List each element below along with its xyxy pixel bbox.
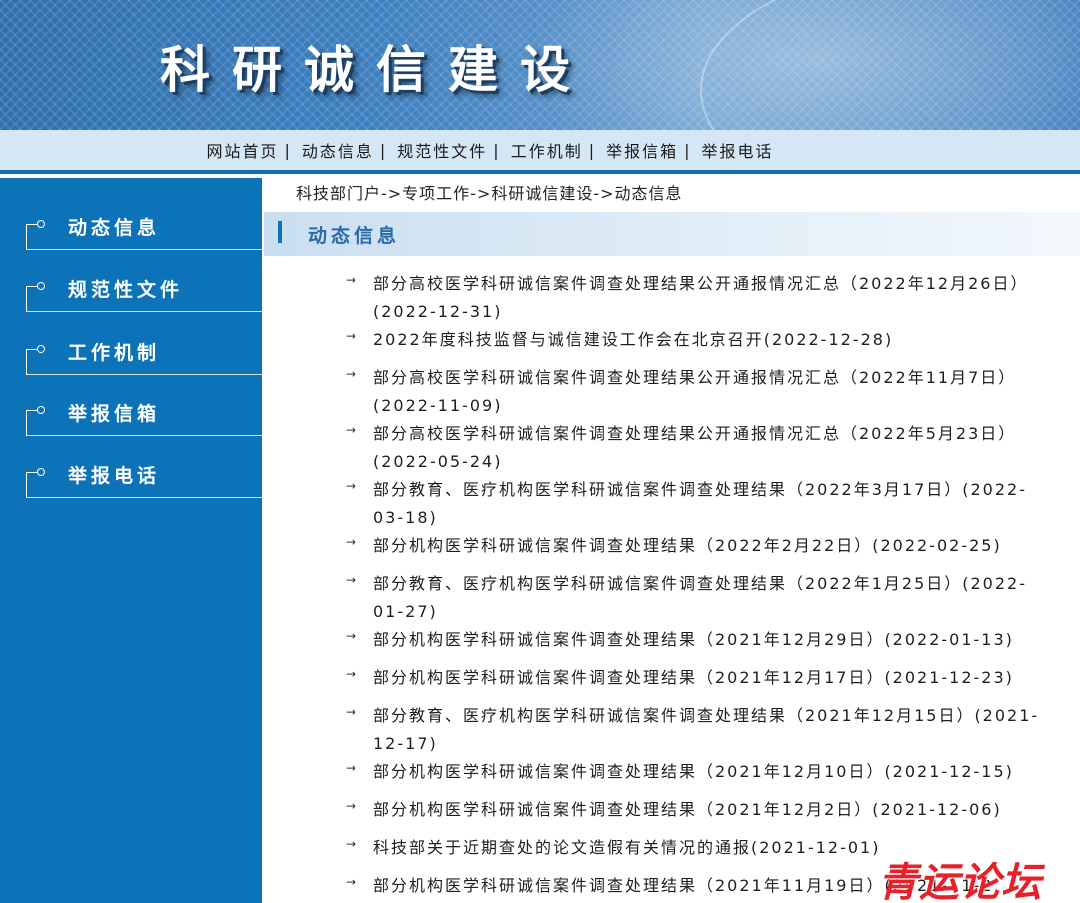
arrow-right-icon: → bbox=[346, 329, 357, 343]
banner-decoration bbox=[700, 0, 1080, 130]
sidebar-item-regulations[interactable]: 规范性文件 bbox=[26, 272, 262, 312]
arrow-right-icon: → bbox=[346, 629, 357, 643]
news-link[interactable]: 部分机构医学科研诚信案件调查处理结果（2021年12月29日）(2022-01-… bbox=[373, 626, 1080, 654]
bullet-circle-icon bbox=[37, 468, 45, 476]
nav-separator: | bbox=[684, 140, 690, 160]
hook-line-icon bbox=[26, 410, 38, 436]
hook-line-icon bbox=[26, 224, 38, 250]
sidebar-item-news[interactable]: 动态信息 bbox=[26, 210, 262, 250]
arrow-right-icon: → bbox=[346, 667, 357, 681]
bullet-circle-icon bbox=[37, 406, 45, 414]
news-link[interactable]: 部分机构医学科研诚信案件调查处理结果（2021年12月17日）(2021-12-… bbox=[373, 664, 1080, 692]
sidebar-item-label: 规范性文件 bbox=[68, 279, 184, 301]
news-link[interactable]: 部分机构医学科研诚信案件调查处理结果（2022年2月22日）(2022-02-2… bbox=[373, 532, 1080, 560]
list-item: → 部分机构医学科研诚信案件调查处理结果（2021年12月17日）(2021-1… bbox=[346, 664, 1080, 692]
nav-report-phone[interactable]: 举报电话 bbox=[702, 138, 774, 162]
nav-report-mailbox[interactable]: 举报信箱 bbox=[606, 138, 678, 162]
sidebar: 动态信息 规范性文件 工作机制 举报信箱 举报电话 bbox=[0, 178, 262, 903]
news-link[interactable]: 部分高校医学科研诚信案件调查处理结果公开通报情况汇总（2022年5月23日） (… bbox=[373, 420, 1080, 476]
sidebar-item-report-mailbox[interactable]: 举报信箱 bbox=[26, 396, 262, 436]
header-banner: 科研诚信建设 bbox=[0, 0, 1080, 130]
section-header: 动态信息 bbox=[264, 212, 1080, 256]
nav-home[interactable]: 网站首页 bbox=[206, 138, 278, 162]
news-link[interactable]: 部分机构医学科研诚信案件调查处理结果（2021年12月10日）(2021-12-… bbox=[373, 758, 1080, 786]
news-link[interactable]: 部分高校医学科研诚信案件调查处理结果公开通报情况汇总（2022年11月7日） (… bbox=[373, 364, 1080, 420]
hook-line-icon bbox=[26, 286, 38, 312]
hook-line-icon bbox=[26, 349, 38, 375]
arrow-right-icon: → bbox=[346, 367, 357, 381]
sidebar-item-report-phone[interactable]: 举报电话 bbox=[26, 458, 262, 498]
news-link[interactable]: 部分教育、医疗机构医学科研诚信案件调查处理结果（2022年1月25日）(2022… bbox=[373, 570, 1080, 626]
news-link[interactable]: 部分教育、医疗机构医学科研诚信案件调查处理结果（2021年12月15日）(202… bbox=[373, 702, 1080, 758]
list-item: → 部分高校医学科研诚信案件调查处理结果公开通报情况汇总（2022年11月7日）… bbox=[346, 364, 1080, 420]
arrow-right-icon: → bbox=[346, 799, 357, 813]
arrow-right-icon: → bbox=[346, 479, 357, 493]
bullet-circle-icon bbox=[37, 282, 45, 290]
breadcrumb: 科技部门户->专项工作->科研诚信建设->动态信息 bbox=[296, 184, 683, 203]
list-item: → 部分机构医学科研诚信案件调查处理结果（2021年12月29日）(2022-0… bbox=[346, 626, 1080, 654]
top-nav: 网站首页 | 动态信息 | 规范性文件 | 工作机制 | 举报信箱 | 举报电话 bbox=[0, 130, 1080, 174]
arrow-right-icon: → bbox=[346, 837, 357, 851]
news-link[interactable]: 2022年度科技监督与诚信建设工作会在北京召开(2022-12-28) bbox=[373, 326, 1080, 354]
arrow-right-icon: → bbox=[346, 761, 357, 775]
sidebar-item-label: 举报信箱 bbox=[68, 403, 161, 425]
nav-separator: | bbox=[379, 140, 386, 160]
list-item: → 部分机构医学科研诚信案件调查处理结果（2022年2月22日）(2022-02… bbox=[346, 532, 1080, 560]
sidebar-item-mechanism[interactable]: 工作机制 bbox=[26, 335, 262, 375]
arrow-right-icon: → bbox=[346, 423, 357, 437]
sidebar-item-label: 工作机制 bbox=[68, 342, 161, 364]
arrow-right-icon: → bbox=[346, 875, 357, 889]
list-item: → 部分教育、医疗机构医学科研诚信案件调查处理结果（2022年1月25日）(20… bbox=[346, 570, 1080, 626]
arrow-right-icon: → bbox=[346, 273, 357, 287]
nav-regulations[interactable]: 规范性文件 bbox=[397, 138, 487, 162]
bullet-circle-icon bbox=[37, 345, 45, 353]
news-link[interactable]: 部分机构医学科研诚信案件调查处理结果（2021年12月2日）(2021-12-0… bbox=[373, 796, 1080, 824]
arrow-right-icon: → bbox=[346, 573, 357, 587]
arrow-right-icon: → bbox=[346, 535, 357, 549]
arrow-right-icon: → bbox=[346, 705, 357, 719]
nav-separator: | bbox=[284, 140, 290, 160]
news-list: → 部分高校医学科研诚信案件调查处理结果公开通报情况汇总（2022年12月26日… bbox=[346, 270, 1080, 900]
banner-title: 科研诚信建设 bbox=[160, 40, 592, 99]
list-item: → 部分机构医学科研诚信案件调查处理结果（2021年12月10日）(2021-1… bbox=[346, 758, 1080, 786]
bullet-circle-icon bbox=[37, 220, 45, 228]
nav-separator: | bbox=[493, 140, 499, 160]
nav-news[interactable]: 动态信息 bbox=[302, 138, 374, 162]
nav-separator: | bbox=[588, 140, 595, 160]
list-item: → 2022年度科技监督与诚信建设工作会在北京召开(2022-12-28) bbox=[346, 326, 1080, 354]
list-item: → 部分教育、医疗机构医学科研诚信案件调查处理结果（2022年3月17日）(20… bbox=[346, 476, 1080, 532]
section-accent-bar bbox=[278, 221, 282, 243]
section-title: 动态信息 bbox=[308, 225, 401, 247]
list-item: → 部分教育、医疗机构医学科研诚信案件调查处理结果（2021年12月15日）(2… bbox=[346, 702, 1080, 758]
nav-mechanism[interactable]: 工作机制 bbox=[511, 138, 583, 162]
list-item: → 部分高校医学科研诚信案件调查处理结果公开通报情况汇总（2022年5月23日）… bbox=[346, 420, 1080, 476]
news-link[interactable]: 部分教育、医疗机构医学科研诚信案件调查处理结果（2022年3月17日）(2022… bbox=[373, 476, 1080, 532]
list-item: → 部分高校医学科研诚信案件调查处理结果公开通报情况汇总（2022年12月26日… bbox=[346, 270, 1080, 326]
watermark-logo: 青运论坛 bbox=[878, 859, 1042, 903]
news-link[interactable]: 部分高校医学科研诚信案件调查处理结果公开通报情况汇总（2022年12月26日） … bbox=[373, 270, 1080, 326]
sidebar-item-label: 举报电话 bbox=[68, 465, 161, 487]
sidebar-item-label: 动态信息 bbox=[68, 217, 161, 239]
hook-line-icon bbox=[26, 472, 38, 498]
list-item: → 部分机构医学科研诚信案件调查处理结果（2021年12月2日）(2021-12… bbox=[346, 796, 1080, 824]
